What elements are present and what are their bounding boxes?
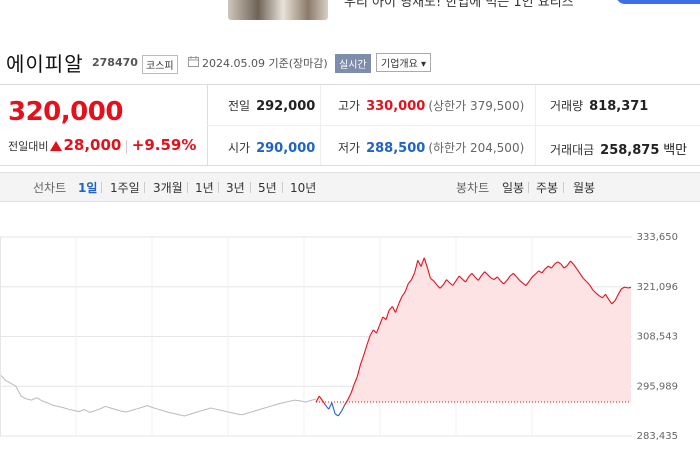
- upper-limit-label: (상한가: [428, 99, 467, 113]
- low-value: 288,500: [366, 141, 426, 156]
- date-basis: 기준(장마감): [268, 57, 328, 70]
- previous-day-line: [0, 373, 317, 417]
- tab-10year[interactable]: 10년: [290, 179, 316, 196]
- volume-cell: 거래량 818,371: [550, 97, 648, 114]
- tab-divider: [563, 182, 564, 193]
- ad-text[interactable]: 우리 아이 영재도! 한입에 먹는 1인 요리즈: [344, 0, 574, 10]
- market-badge: 코스피: [142, 55, 178, 74]
- y-tick-label: 283,435: [637, 431, 678, 442]
- stock-name: 에이피알: [6, 52, 84, 76]
- price-summary: 320,000 전일대비 28,000 | +9.59%: [0, 85, 208, 165]
- open-label: 시가: [228, 141, 251, 155]
- chart-tabs: 선차트 1일 1주일 3개월 1년 3년 5년 10년 봉차트 일봉 주봉 월봉: [0, 172, 700, 202]
- open-cell: 시가 290,000: [228, 139, 315, 156]
- price-line-segment: [321, 400, 326, 406]
- price-line-segment: [337, 410, 342, 417]
- candle-chart-label: 봉차트: [456, 181, 490, 195]
- prev-close-cell: 전일 292,000: [228, 97, 315, 114]
- tab-divider: [528, 182, 529, 193]
- tab-3year[interactable]: 3년: [226, 179, 245, 196]
- tab-weekly-candle[interactable]: 주봉: [536, 179, 558, 196]
- price-line-segment: [341, 404, 346, 412]
- up-arrow-icon: [50, 141, 63, 151]
- low-label: 저가: [338, 141, 361, 155]
- ad-thumbnail[interactable]: [228, 0, 328, 20]
- col-divider: [320, 85, 321, 165]
- y-tick-label: 308,543: [637, 332, 678, 343]
- price-line-segment: [624, 286, 628, 289]
- y-tick-label: 333,650: [637, 232, 678, 243]
- intraday-price-chart[interactable]: 333,650 321,096 308,543 295,989 283,435: [0, 228, 700, 450]
- col-divider: [535, 85, 536, 165]
- divider: |: [124, 139, 129, 154]
- trade-value-value: 258,875: [600, 143, 660, 158]
- tab-5year[interactable]: 5년: [258, 179, 277, 196]
- low-cell: 저가 288,500 (하한가 204,500): [338, 139, 524, 156]
- change-label: 전일대비: [8, 140, 49, 153]
- trade-value-cell: 거래대금 258,875 백만: [550, 139, 687, 158]
- price-line-segment: [334, 413, 339, 417]
- tab-daily-candle[interactable]: 일봉: [502, 179, 524, 196]
- tab-divider: [101, 182, 102, 193]
- trade-value-label: 거래대금: [550, 143, 595, 157]
- high-cell: 고가 330,000 (상한가 379,500): [338, 97, 524, 114]
- prev-close-value: 292,000: [256, 99, 316, 114]
- stock-title-row: 에이피알 278470 코스피 2024.05.09 기준(장마감) 실시간 기…: [0, 44, 700, 76]
- high-label: 고가: [338, 99, 361, 113]
- high-value: 330,000: [366, 99, 426, 114]
- tab-divider: [250, 182, 251, 193]
- chevron-down-icon: ▾: [421, 59, 427, 70]
- volume-value: 818,371: [589, 99, 649, 114]
- lower-limit-value: 204,500): [469, 141, 525, 155]
- lower-limit-label: (하한가: [428, 141, 467, 155]
- line-chart-label: 선차트: [33, 181, 67, 195]
- volume-label: 거래량: [550, 99, 584, 113]
- calendar-icon: [188, 56, 199, 67]
- tab-1week[interactable]: 1주일: [110, 179, 140, 196]
- change-row: 전일대비 28,000 | +9.59%: [8, 135, 196, 154]
- tab-monthly-candle[interactable]: 월봉: [573, 179, 595, 196]
- prev-close-label: 전일: [228, 99, 251, 113]
- stock-code: 278470: [92, 56, 138, 69]
- trade-value-unit: 백만: [663, 143, 688, 158]
- tab-1year[interactable]: 1년: [195, 179, 214, 196]
- tab-divider: [282, 182, 283, 193]
- current-price: 320,000: [8, 97, 123, 127]
- ad-banner[interactable]: 우리 아이 영재도! 한입에 먹는 1인 요리즈: [0, 0, 700, 26]
- change-percent: +9.59%: [131, 136, 197, 154]
- row-divider: [207, 125, 700, 126]
- realtime-button[interactable]: 실시간: [335, 54, 371, 73]
- price-line-segment: [328, 402, 333, 410]
- price-line-segment: [331, 402, 336, 415]
- quote-panel: 320,000 전일대비 28,000 | +9.59% 전일 292,000 고가 33…: [0, 84, 700, 166]
- tab-divider: [187, 182, 188, 193]
- tab-1day[interactable]: 1일: [78, 179, 97, 196]
- upper-limit-value: 379,500): [469, 99, 525, 113]
- company-info-button[interactable]: 기업개요 ▾: [376, 53, 432, 72]
- price-line-segment: [325, 404, 330, 410]
- ad-button[interactable]: [616, 0, 700, 4]
- tab-divider: [144, 182, 145, 193]
- tab-divider: [218, 182, 219, 193]
- change-amount: 28,000: [63, 136, 122, 154]
- quote-date: 2024.05.09 기준(장마감): [202, 55, 328, 71]
- y-tick-label: 295,989: [637, 381, 678, 392]
- company-info-label: 기업개요: [381, 59, 418, 70]
- open-value: 290,000: [256, 141, 316, 156]
- tab-3month[interactable]: 3개월: [153, 179, 183, 196]
- y-tick-label: 321,096: [637, 282, 678, 293]
- date-value: 2024.05.09: [202, 57, 265, 70]
- price-line-segment: [344, 399, 349, 406]
